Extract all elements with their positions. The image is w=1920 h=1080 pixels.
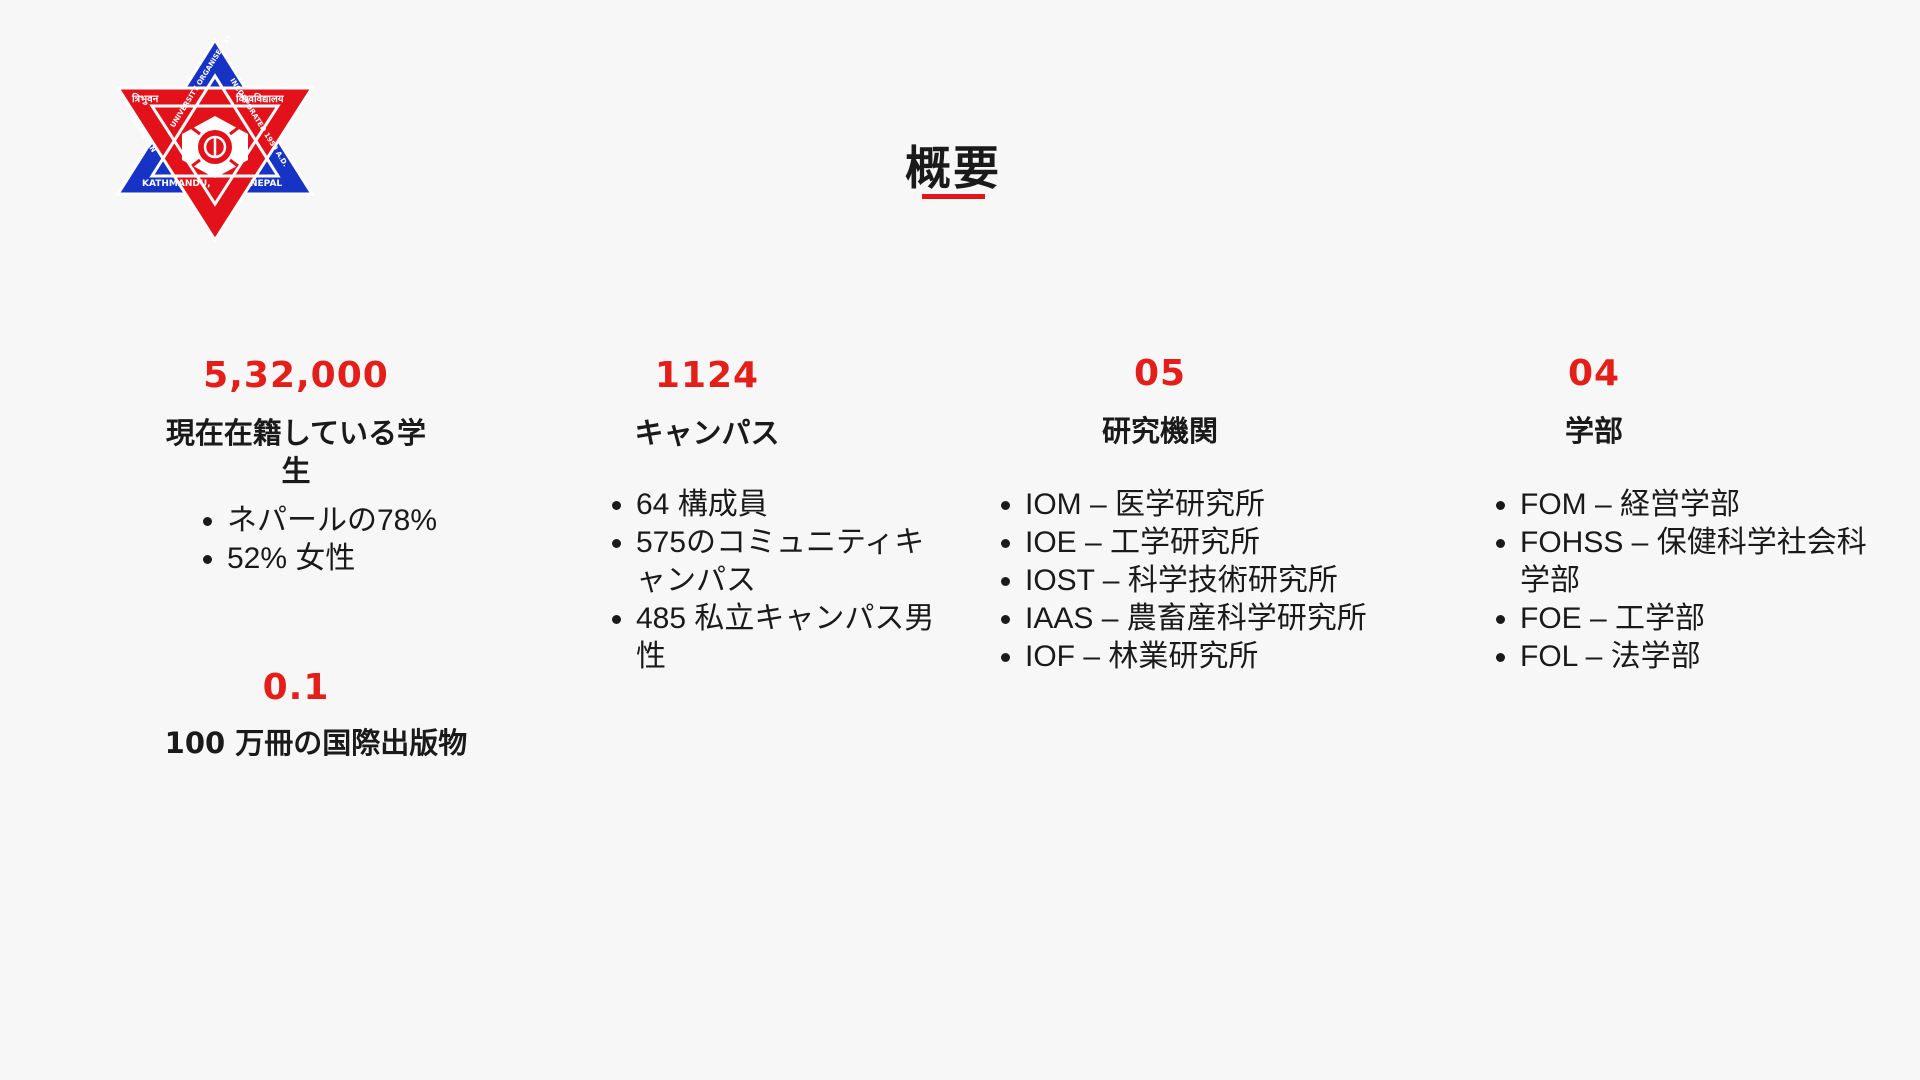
stat-institutes-value: 05 <box>1133 353 1187 394</box>
stat-students-value: 5,32,000 <box>203 355 389 396</box>
stat-students: 5,32,000 現在在籍している学 生 <box>146 358 446 490</box>
list-item-line: 575のコミュニティキ <box>636 526 925 559</box>
page-title: 概要 <box>905 141 1001 195</box>
list-item: FOL – 法学部 <box>1520 638 1920 676</box>
list-item: 575のコミュニティキ ャンパス <box>636 524 996 600</box>
stat-institutes-list: IOM – 医学研究所 IOE – 工学研究所 IOST – 科学技術研究所 I… <box>997 486 1455 676</box>
list-item: IOF – 林業研究所 <box>1025 638 1455 676</box>
svg-text:त्रिभुवन: त्रिभुवन <box>131 92 159 105</box>
stat-students-label: 現在在籍している学 生 <box>146 414 446 490</box>
list-item-line: 学部 <box>1520 564 1580 597</box>
title-area: 概要 <box>0 132 1906 198</box>
list-item: 52% 女性 <box>227 540 547 578</box>
stat-faculties-value: 04 <box>1567 353 1621 394</box>
list-item: FOE – 工学部 <box>1520 600 1920 638</box>
stat-campuses-list: 64 構成員 575のコミュニティキ ャンパス 485 私立キャンパス男 性 <box>608 486 996 676</box>
list-item: ネパールの78% <box>227 502 547 540</box>
stat-publications: 0.1 100 万冊の国際出版物 <box>136 670 496 762</box>
stat-publications-value: 0.1 <box>262 667 330 708</box>
stat-faculties: 04 学部 <box>1444 356 1744 450</box>
stat-faculties-list: FOM – 経営学部 FOHSS – 保健科学社会科 学部 FOE – 工学部 … <box>1492 486 1920 676</box>
list-item: IOM – 医学研究所 <box>1025 486 1455 524</box>
stat-campuses-value: 1124 <box>654 355 760 396</box>
list-item: IOST – 科学技術研究所 <box>1025 562 1455 600</box>
stat-students-label-line2: 生 <box>281 454 311 488</box>
title-underline <box>922 194 985 199</box>
stat-campuses: 1124 キャンパス <box>557 358 857 452</box>
list-item: FOM – 経営学部 <box>1520 486 1920 524</box>
list-item: FOHSS – 保健科学社会科 学部 <box>1520 524 1920 600</box>
stat-campuses-label: キャンパス <box>634 416 780 450</box>
list-item: IOE – 工学研究所 <box>1025 524 1455 562</box>
stat-publications-label: 100 万冊の国際出版物 <box>164 726 468 760</box>
list-item: 64 構成員 <box>636 486 996 524</box>
list-item-line: FOHSS – 保健科学社会科 <box>1520 526 1867 559</box>
stat-faculties-label: 学部 <box>1564 414 1623 448</box>
stat-institutes: 05 研究機関 <box>1010 356 1310 450</box>
list-item-line: 性 <box>636 640 666 673</box>
list-item-line: 485 私立キャンパス男 <box>636 602 935 635</box>
stat-students-list: ネパールの78% 52% 女性 <box>199 502 547 578</box>
stat-students-label-line1: 現在在籍している学 <box>165 416 427 450</box>
stat-institutes-label: 研究機関 <box>1101 414 1218 448</box>
list-item-line: ャンパス <box>636 564 756 597</box>
list-item: IAAS – 農畜産科学研究所 <box>1025 600 1455 638</box>
list-item: 485 私立キャンパス男 性 <box>636 600 996 676</box>
